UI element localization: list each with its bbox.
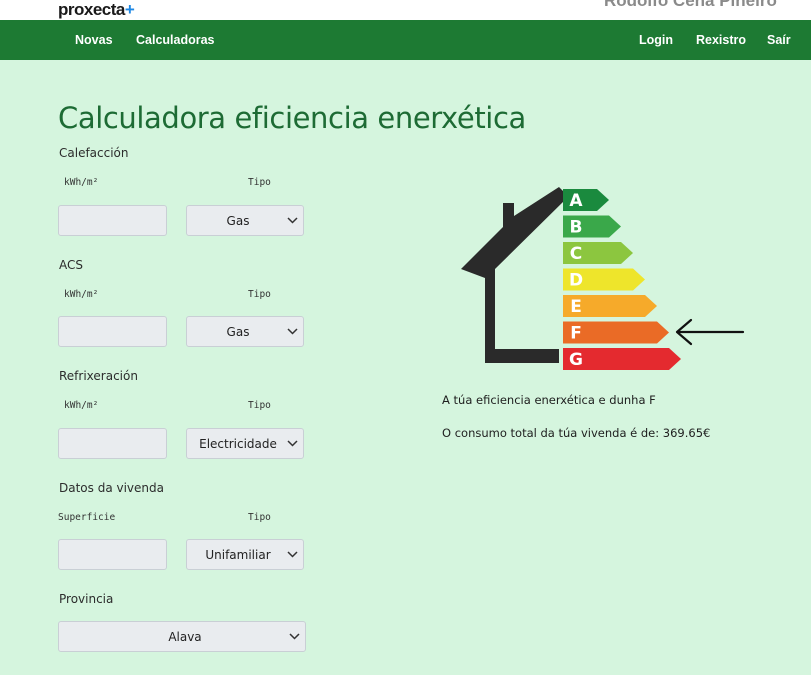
rating-letter-d: D (569, 271, 583, 291)
chevron-down-icon (283, 633, 305, 640)
nav-link-rexistro[interactable]: Rexistro (696, 20, 746, 60)
acs-kwh-input[interactable] (58, 316, 167, 347)
refrixeracion-kwh-label: kWh/m² (64, 400, 99, 411)
consumption-result-text: O consumo total da túa vivenda é de: 369… (442, 426, 711, 440)
calefaccion-tipo-value: Gas (226, 213, 250, 228)
calefaccion-kwh-input[interactable] (58, 205, 167, 236)
page-title: Calculadora eficiencia enerxética (58, 101, 526, 135)
main-navbar: Novas Calculadoras Login Rexistro Saír (0, 20, 811, 60)
calefaccion-tipo-label: Tipo (248, 177, 271, 188)
chevron-down-icon (281, 217, 303, 224)
acs-label: ACS (59, 258, 83, 272)
acs-tipo-value: Gas (226, 324, 250, 339)
nav-link-sair[interactable]: Saír (767, 20, 791, 60)
vivenda-tipo-label: Tipo (248, 512, 271, 523)
chevron-down-icon (281, 328, 303, 335)
acs-tipo-select[interactable]: Gas (186, 316, 304, 347)
chevron-down-icon (281, 440, 303, 447)
calefaccion-tipo-select[interactable]: Gas (186, 205, 304, 236)
calefaccion-label: Calefacción (59, 146, 129, 160)
vivenda-tipo-select[interactable]: Unifamiliar (186, 539, 304, 570)
rating-letter-f: F (570, 324, 582, 344)
nav-link-login[interactable]: Login (639, 20, 673, 60)
calefaccion-kwh-label: kWh/m² (64, 177, 99, 188)
house-icon (461, 187, 565, 363)
provincia-label: Provincia (59, 592, 114, 606)
vivenda-tipo-value: Unifamiliar (205, 547, 271, 562)
refrixeracion-tipo-value: Electricidade (199, 436, 277, 451)
user-name: Rodolfo Ceña Piñeiro (604, 0, 777, 10)
acs-kwh-label: kWh/m² (64, 289, 99, 300)
provincia-select[interactable]: Alava (58, 621, 306, 652)
rating-letter-a: A (569, 191, 583, 211)
rating-letter-e: E (570, 297, 582, 317)
rating-letter-g: G (569, 350, 583, 370)
acs-tipo-label: Tipo (248, 289, 271, 300)
top-bar: proxecta+ Rodolfo Ceña Piñeiro (0, 0, 811, 20)
refrixeracion-kwh-input[interactable] (58, 428, 167, 459)
chevron-down-icon (281, 551, 303, 558)
efficiency-result-text: A túa eficiencia enerxética e dunha F (442, 393, 656, 407)
refrixeracion-tipo-select[interactable]: Electricidade (186, 428, 304, 459)
nav-link-novas[interactable]: Novas (75, 20, 113, 60)
refrixeracion-tipo-label: Tipo (248, 400, 271, 411)
nav-link-calculadoras[interactable]: Calculadoras (136, 20, 215, 60)
rating-letter-b: B (570, 218, 583, 238)
superficie-label: Superficie (58, 512, 116, 523)
site-logo[interactable]: proxecta+ (58, 1, 135, 19)
arrow-left-icon (675, 318, 745, 346)
rating-letter-c: C (570, 244, 582, 264)
energy-rating-graphic: ABCDEFG (461, 187, 745, 370)
vivenda-label: Datos da vivenda (59, 481, 164, 495)
provincia-value: Alava (168, 629, 202, 644)
superficie-input[interactable] (58, 539, 167, 570)
refrixeracion-label: Refrixeración (59, 369, 138, 383)
